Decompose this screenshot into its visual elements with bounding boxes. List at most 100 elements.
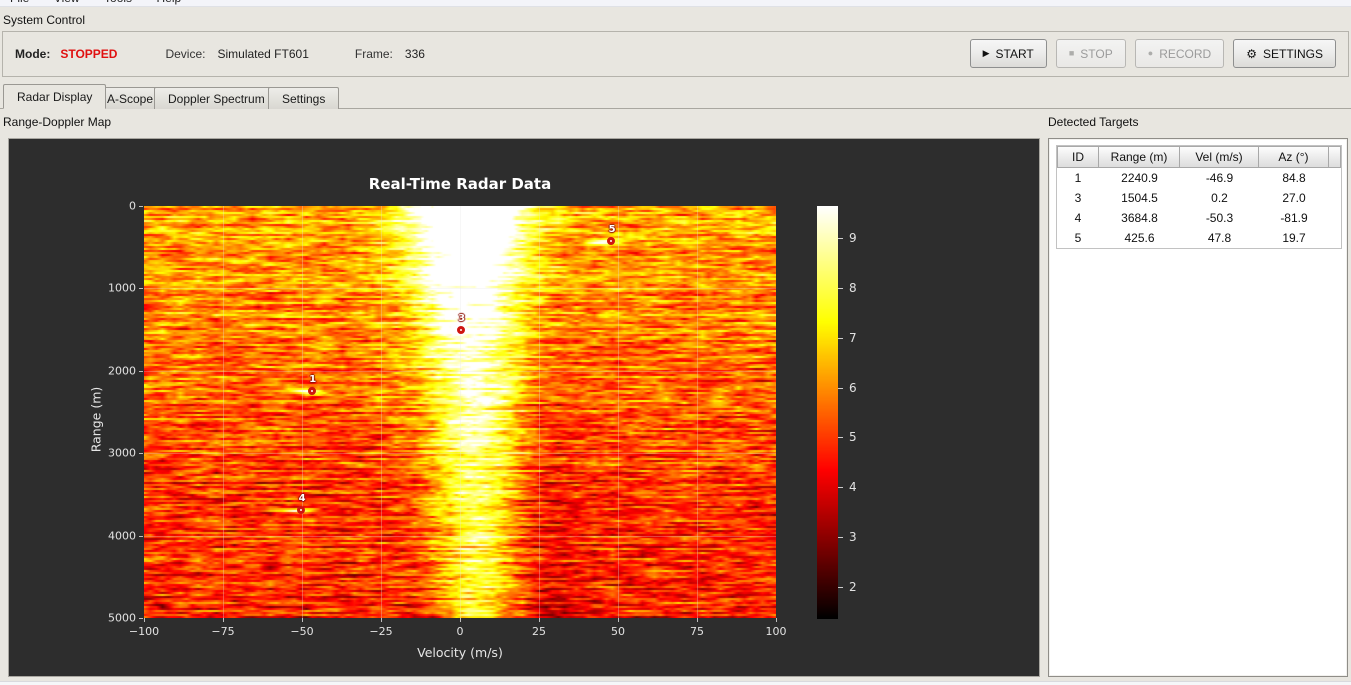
table-cell: 425.6 bbox=[1124, 231, 1155, 245]
app-window: { "menu": { "items": ["File", "View", "T… bbox=[0, 0, 1351, 685]
mode-value: STOPPED bbox=[60, 47, 118, 61]
x-tick-label: 100 bbox=[765, 625, 787, 638]
y-tick-label: 2000 bbox=[108, 364, 136, 378]
detected-targets-label: Detected Targets bbox=[1048, 115, 1139, 129]
table-cell: 5 bbox=[1074, 231, 1082, 245]
menu-item-file[interactable]: File bbox=[0, 0, 39, 6]
status-row: Mode: STOPPED Device: Simulated FT601 Fr… bbox=[15, 32, 425, 76]
settings-button-label: SETTINGS bbox=[1262, 46, 1323, 61]
plot-overlay: 1 3 4 5 bbox=[144, 206, 776, 618]
x-tick-label: 75 bbox=[690, 625, 704, 638]
menu-item-tools[interactable]: Tools bbox=[94, 0, 142, 6]
y-tick-label: 5000 bbox=[108, 611, 136, 625]
x-tick-label: 0 bbox=[456, 625, 464, 638]
gridline-vertical bbox=[697, 206, 698, 618]
colorbar-tick-mark bbox=[838, 537, 843, 538]
y-tick-label: 1000 bbox=[108, 281, 136, 295]
target-marker bbox=[456, 325, 465, 334]
colorbar-tick-label: 2 bbox=[849, 579, 857, 594]
tab-doppler-spectrum[interactable]: Doppler Spectrum bbox=[154, 87, 279, 109]
gridline-horizontal bbox=[144, 453, 776, 454]
gridline-horizontal bbox=[144, 371, 776, 372]
header-cell-az[interactable]: Az (°) bbox=[1259, 146, 1329, 168]
header-cell-range-m[interactable]: Range (m) bbox=[1099, 146, 1180, 168]
x-tick-mark bbox=[539, 618, 540, 622]
table-row[interactable]: 4 3684.8 -50.3 -81.9 bbox=[1057, 208, 1341, 228]
menu-item-view[interactable]: View bbox=[44, 0, 90, 6]
target-marker-label: 3 bbox=[458, 312, 466, 324]
colorbar-tick-label: 5 bbox=[849, 430, 857, 445]
table-row[interactable]: 3 1504.5 0.2 27.0 bbox=[1057, 188, 1341, 208]
y-tick-label: 0 bbox=[129, 199, 136, 213]
start-button[interactable]: ▶ START bbox=[969, 39, 1047, 68]
header-cell-vel-m-s[interactable]: Vel (m/s) bbox=[1180, 146, 1259, 168]
table-cell: -46.9 bbox=[1205, 171, 1234, 185]
mode-label: Mode: bbox=[15, 47, 51, 61]
record-button[interactable]: ● RECORD bbox=[1134, 39, 1225, 68]
x-axis-label: Velocity (m/s) bbox=[417, 645, 503, 660]
table-cell: 3684.8 bbox=[1121, 211, 1158, 225]
colorbar-tick-mark bbox=[838, 437, 843, 438]
colorbar-tick-label: 9 bbox=[849, 231, 857, 246]
start-button-label: START bbox=[995, 46, 1034, 61]
targets-table: ID Range (m) Vel (m/s) Az (°) 1 2240.9 -46.9 8… bbox=[1056, 145, 1342, 249]
x-tick-label: −25 bbox=[369, 625, 393, 638]
stop-icon: ■ bbox=[1068, 48, 1075, 58]
colorbar-tick-label: 6 bbox=[849, 380, 857, 395]
colorbar-tick-mark bbox=[838, 487, 843, 488]
tab-bar: Radar Display A-Scope Doppler Spectrum S… bbox=[0, 84, 1351, 109]
table-cell: 19.7 bbox=[1282, 231, 1306, 245]
x-tick-label: −50 bbox=[290, 625, 314, 638]
colorbar-tick-mark bbox=[838, 238, 843, 239]
table-cell: 4 bbox=[1074, 211, 1082, 225]
colorbar-tick-mark bbox=[838, 288, 843, 289]
gridline-vertical bbox=[302, 206, 303, 618]
stop-button[interactable]: ■ STOP bbox=[1055, 39, 1126, 68]
menu-item-help[interactable]: Help bbox=[147, 0, 192, 6]
y-tick-mark bbox=[139, 370, 143, 372]
device-value: Simulated FT601 bbox=[217, 47, 309, 61]
target-marker bbox=[297, 505, 306, 514]
colorbar-tick-label: 7 bbox=[849, 330, 857, 345]
gridline-vertical bbox=[381, 206, 382, 618]
targets-table-body: 1 2240.9 -46.9 84.8 3 1504.5 0.2 27.0 4 3684.8 -50… bbox=[1057, 168, 1341, 248]
x-tick-mark bbox=[776, 618, 777, 622]
control-buttons: ▶ START ■ STOP ● RECORD ⚙ SETTINGS bbox=[969, 39, 1336, 68]
record-dot-icon: ● bbox=[1147, 48, 1154, 58]
settings-button[interactable]: ⚙ SETTINGS bbox=[1233, 39, 1336, 68]
x-tick-label: 50 bbox=[611, 625, 625, 638]
y-tick-mark bbox=[139, 535, 143, 537]
detected-targets-panel: ID Range (m) Vel (m/s) Az (°) 1 2240.9 -46.9 8… bbox=[1048, 138, 1348, 677]
table-cell: 84.8 bbox=[1282, 171, 1306, 185]
targets-table-header: ID Range (m) Vel (m/s) Az (°) bbox=[1057, 146, 1341, 168]
x-tick-mark bbox=[460, 618, 461, 622]
x-tick-label: 25 bbox=[532, 625, 546, 638]
colorbar-tick-label: 3 bbox=[849, 529, 857, 544]
gridline-vertical bbox=[223, 206, 224, 618]
colorbar-tick-mark bbox=[838, 388, 843, 389]
tab-radar-display[interactable]: Radar Display bbox=[3, 84, 107, 109]
header-cell-id[interactable]: ID bbox=[1057, 146, 1099, 168]
x-tick-mark bbox=[144, 618, 145, 622]
table-row[interactable]: 5 425.6 47.8 19.7 bbox=[1057, 228, 1341, 248]
table-cell: 1 bbox=[1074, 171, 1082, 185]
frame-value: 336 bbox=[404, 47, 425, 61]
target-marker-label: 5 bbox=[608, 224, 616, 236]
colorbar-tick-label: 4 bbox=[849, 480, 857, 495]
plot-panel: Real-Time Radar Data 1 3 4 5 Velocity (m/s)… bbox=[8, 138, 1040, 677]
table-cell: 47.8 bbox=[1207, 231, 1232, 245]
table-row[interactable]: 1 2240.9 -46.9 84.8 bbox=[1057, 168, 1341, 188]
table-cell: -50.3 bbox=[1205, 211, 1234, 225]
target-marker bbox=[307, 386, 316, 395]
gridline-vertical bbox=[618, 206, 619, 618]
colorbar-tick-label: 8 bbox=[849, 281, 857, 296]
colorbar-tick-mark bbox=[838, 587, 843, 588]
gridline-vertical bbox=[539, 206, 540, 618]
x-tick-mark bbox=[381, 618, 382, 622]
footer-strip bbox=[0, 681, 1351, 685]
y-tick-label: 4000 bbox=[108, 529, 136, 543]
record-button-label: RECORD bbox=[1159, 46, 1212, 61]
y-tick-mark bbox=[139, 206, 143, 207]
y-tick-mark bbox=[139, 288, 143, 290]
tab-settings[interactable]: Settings bbox=[268, 87, 340, 109]
